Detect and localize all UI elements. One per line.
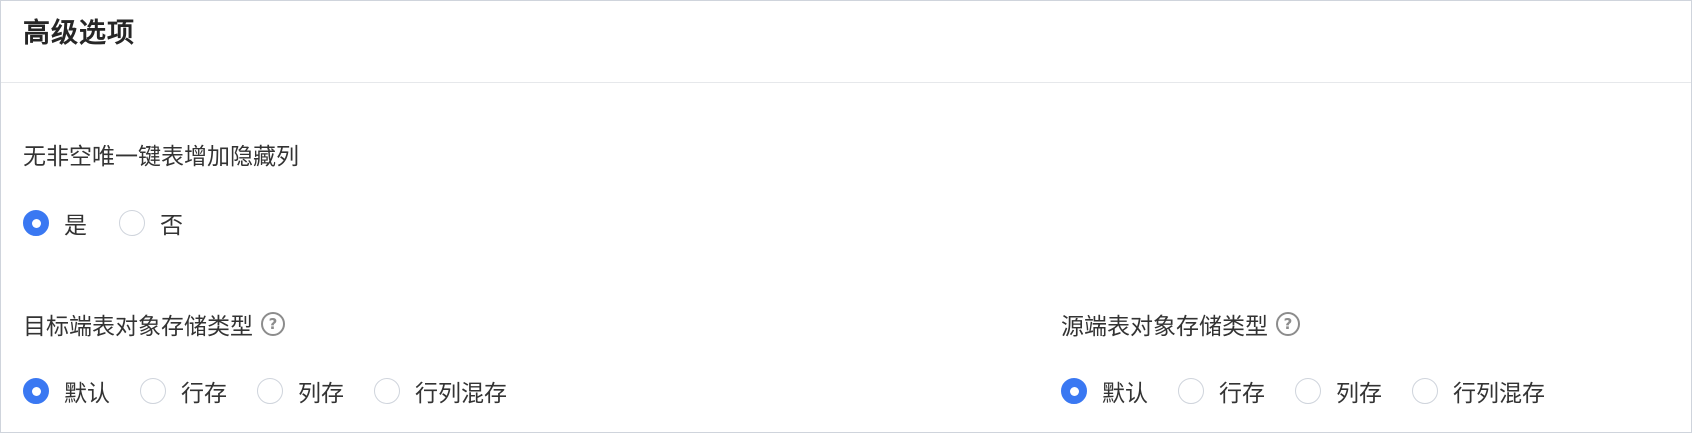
help-icon[interactable]: ? [1276, 312, 1300, 336]
target-radio-default[interactable] [23, 378, 49, 404]
target-radio-hybrid-label: 行列混存 [415, 381, 507, 407]
hidden-column-radio-group: 是 否 [23, 206, 213, 240]
radio-yes-label: 是 [64, 213, 87, 239]
target-radio-row-label: 行存 [181, 381, 227, 407]
target-option-default[interactable]: 默认 [23, 374, 110, 408]
hidden-column-label-text: 无非空唯一键表增加隐藏列 [23, 144, 299, 170]
target-radio-column-label: 列存 [298, 381, 344, 407]
source-radio-default[interactable] [1061, 378, 1087, 404]
source-radio-hybrid-label: 行列混存 [1453, 381, 1545, 407]
source-radio-column-label: 列存 [1336, 381, 1382, 407]
source-storage-label-text: 源端表对象存储类型 [1061, 314, 1268, 340]
source-radio-hybrid[interactable] [1412, 378, 1438, 404]
target-storage-label: 目标端表对象存储类型 ? [23, 307, 285, 341]
section-title: 高级选项 [23, 18, 135, 49]
radio-option-no[interactable]: 否 [119, 206, 183, 240]
source-storage-label: 源端表对象存储类型 ? [1061, 307, 1300, 341]
source-option-column[interactable]: 列存 [1295, 374, 1382, 408]
target-radio-row[interactable] [140, 378, 166, 404]
target-storage-label-text: 目标端表对象存储类型 [23, 314, 253, 340]
help-icon[interactable]: ? [261, 312, 285, 336]
source-radio-row-label: 行存 [1219, 381, 1265, 407]
radio-yes[interactable] [23, 210, 49, 236]
target-option-column[interactable]: 列存 [257, 374, 344, 408]
target-radio-hybrid[interactable] [374, 378, 400, 404]
target-option-row[interactable]: 行存 [140, 374, 227, 408]
source-radio-default-label: 默认 [1102, 381, 1148, 407]
source-option-hybrid[interactable]: 行列混存 [1412, 374, 1545, 408]
source-storage-radio-group: 默认 行存 列存 行列混存 [1061, 374, 1575, 408]
target-radio-column[interactable] [257, 378, 283, 404]
target-storage-radio-group: 默认 行存 列存 行列混存 [23, 374, 537, 408]
radio-no[interactable] [119, 210, 145, 236]
radio-no-label: 否 [160, 213, 183, 239]
radio-option-yes[interactable]: 是 [23, 206, 87, 240]
hidden-column-label: 无非空唯一键表增加隐藏列 [23, 137, 299, 171]
source-option-row[interactable]: 行存 [1178, 374, 1265, 408]
source-radio-column[interactable] [1295, 378, 1321, 404]
target-option-hybrid[interactable]: 行列混存 [374, 374, 507, 408]
source-option-default[interactable]: 默认 [1061, 374, 1148, 408]
panel-header: 高级选项 [1, 1, 1691, 83]
target-radio-default-label: 默认 [64, 381, 110, 407]
advanced-options-panel: 高级选项 无非空唯一键表增加隐藏列 是 否 目标端表对象存储类型 ? 默认 行存… [0, 0, 1692, 433]
source-radio-row[interactable] [1178, 378, 1204, 404]
